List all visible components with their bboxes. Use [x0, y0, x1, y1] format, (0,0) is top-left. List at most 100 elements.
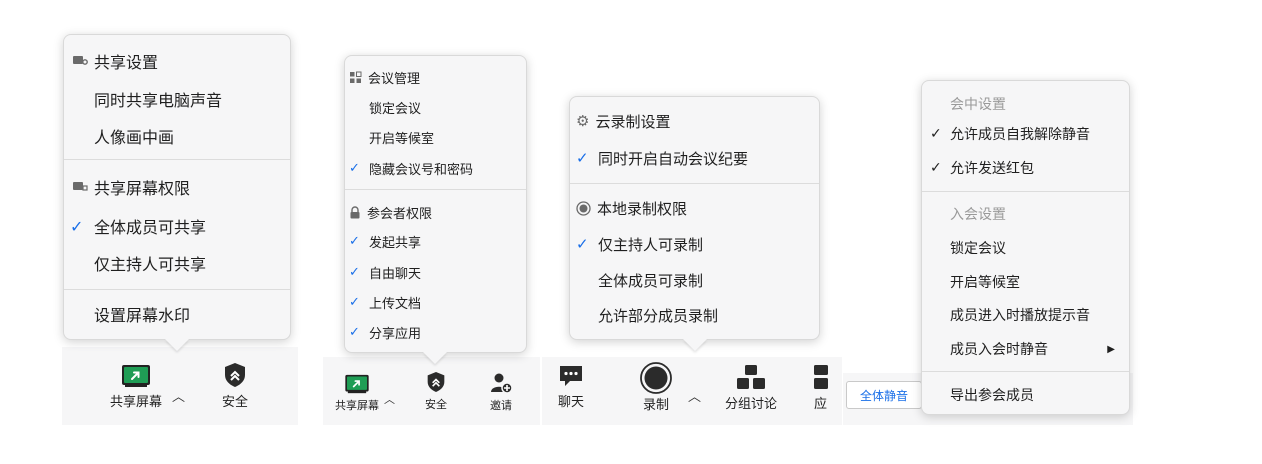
local-record-header: 本地录制权限: [576, 196, 819, 220]
menu-item-upload-docs[interactable]: ✓ 上传文档: [349, 291, 526, 313]
apps-button-partial[interactable]: 应: [810, 364, 828, 412]
check-icon: ✓: [349, 294, 360, 310]
shield-icon: [427, 372, 445, 392]
menu-item-share-apps[interactable]: ✓ 分享应用: [349, 321, 526, 343]
invite-button[interactable]: 邀请: [484, 372, 518, 413]
lock-meeting-label: 锁定会议: [950, 241, 1006, 257]
mute-all-label: 全体静音: [859, 388, 908, 403]
menu-item-lock-meeting-2[interactable]: 锁定会议: [950, 236, 1129, 260]
chevron-up-icon[interactable]: ︿: [384, 391, 395, 407]
allow-unmute-label: 允许成员自我解除静音: [950, 127, 1090, 143]
share-screen-icon: [122, 365, 150, 387]
chevron-up-icon[interactable]: ︿: [688, 386, 701, 405]
free-chat-label: 自由聊天: [369, 266, 422, 282]
record-button[interactable]: 录制: [636, 362, 676, 413]
lock-icon: [349, 205, 361, 219]
check-icon: ✓: [349, 233, 360, 249]
share-screen-button[interactable]: 共享屏幕: [104, 364, 168, 410]
cloud-record-label: 云录制设置: [595, 112, 671, 131]
share-apps-label: 分享应用: [369, 326, 422, 342]
menu-item-waiting-room-2[interactable]: 开启等候室: [950, 270, 1129, 294]
share-settings-header: 共享设置: [72, 49, 290, 73]
menu-item-free-chat[interactable]: ✓ 自由聊天: [349, 261, 526, 283]
host-settings-menu: 会中设置 ✓ 允许成员自我解除静音 ✓ 允许发送红包 入会设置 锁定会议 开启等…: [921, 80, 1130, 415]
divider: [922, 191, 1129, 192]
participant-perm-header: 参会者权限: [349, 201, 526, 223]
mute-all-button[interactable]: 全体静音: [846, 381, 922, 409]
menu-item-allow-red-packet[interactable]: ✓ 允许发送红包: [930, 156, 1129, 180]
breakout-button[interactable]: 分组讨论: [718, 364, 784, 412]
breakout-label: 分组讨论: [724, 397, 777, 412]
gear-icon: ⚙: [576, 112, 590, 130]
share-screen-button-2[interactable]: 共享屏幕: [330, 374, 384, 413]
meeting-mgmt-header: 会议管理: [349, 66, 526, 88]
chevron-up-icon[interactable]: ︿: [172, 386, 185, 405]
security-label: 安全: [221, 395, 248, 410]
record-dot-icon: [576, 200, 591, 216]
share-permission-label: 共享屏幕权限: [94, 179, 191, 198]
menu-item-join-tone[interactable]: 成员进入时播放提示音: [950, 303, 1129, 327]
menu-item-share-audio[interactable]: 同时共享电脑声音: [94, 86, 290, 112]
all-can-share-label: 全体成员可共享: [94, 218, 207, 237]
security-button[interactable]: 安全: [215, 362, 255, 410]
screen-settings-icon: [72, 54, 88, 68]
apps-label: 应: [814, 397, 828, 412]
waiting-room-label: 开启等候室: [369, 131, 435, 147]
menu-item-auto-minutes[interactable]: ✓ 同时开启自动会议纪要: [576, 145, 819, 171]
divider: [64, 159, 290, 160]
auto-minutes-label: 同时开启自动会议纪要: [598, 149, 749, 168]
security-label: 安全: [425, 398, 447, 411]
mute-on-join-label: 成员入会时静音: [950, 342, 1048, 358]
menu-item-watermark[interactable]: 设置屏幕水印: [94, 301, 290, 327]
check-icon: ✓: [349, 264, 360, 280]
add-user-icon: [491, 373, 513, 394]
share-settings-label: 共享设置: [94, 53, 159, 72]
menu-pointer: [683, 339, 707, 351]
share-screen-icon: [345, 374, 369, 394]
allow-red-packet-label: 允许发送红包: [950, 161, 1034, 177]
check-icon: ✓: [576, 149, 589, 167]
export-members-label: 导出参会成员: [950, 388, 1034, 404]
share-menu: 共享设置 同时共享电脑声音 人像画中画 共享屏幕权限 ✓ 全体成员可共享 仅主持…: [63, 34, 291, 340]
check-icon: ✓: [349, 160, 360, 176]
hide-id-pwd-label: 隐藏会议号和密码: [369, 162, 474, 178]
cloud-record-header: ⚙ 云录制设置: [576, 109, 819, 133]
record-menu: ⚙ 云录制设置 ✓ 同时开启自动会议纪要 本地录制权限 ✓ 仅主持人可录制 全体…: [569, 96, 820, 340]
menu-item-allow-unmute[interactable]: ✓ 允许成员自我解除静音: [930, 122, 1129, 146]
divider: [922, 371, 1129, 372]
chat-icon: [560, 366, 582, 386]
divider: [345, 189, 526, 190]
check-icon: ✓: [349, 324, 360, 340]
menu-item-mute-on-join[interactable]: 成员入会时静音 ▶: [950, 337, 1117, 361]
apps-icon: [814, 365, 828, 389]
in-meeting-label: 会中设置: [950, 97, 1006, 113]
menu-item-all-can-share[interactable]: ✓ 全体成员可共享: [70, 213, 290, 239]
share-audio-label: 同时共享电脑声音: [94, 91, 223, 110]
menu-item-export-members[interactable]: 导出参会成员: [950, 383, 1129, 407]
menu-item-pip[interactable]: 人像画中画: [94, 123, 290, 149]
join-settings-label: 入会设置: [950, 207, 1006, 223]
screen-lock-icon: [72, 180, 88, 194]
initiate-share-label: 发起共享: [369, 235, 422, 251]
lock-meeting-label: 锁定会议: [369, 101, 422, 117]
submenu-arrow-icon: ▶: [1107, 343, 1115, 355]
pip-label: 人像画中画: [94, 128, 175, 147]
menu-item-allow-some-record[interactable]: 允许部分成员录制: [598, 302, 819, 328]
breakout-rooms-icon: [737, 365, 765, 389]
menu-item-initiate-share[interactable]: ✓ 发起共享: [349, 230, 526, 252]
share-permission-header: 共享屏幕权限: [72, 175, 290, 199]
menu-item-host-only-share[interactable]: 仅主持人可共享: [94, 250, 290, 276]
menu-item-waiting-room[interactable]: 开启等候室: [369, 126, 526, 148]
menu-item-all-can-record[interactable]: 全体成员可录制: [598, 267, 819, 293]
allow-some-record-label: 允许部分成员录制: [598, 306, 719, 325]
chat-button[interactable]: 聊天: [554, 364, 588, 410]
in-meeting-header: 会中设置: [950, 93, 1129, 115]
menu-item-lock-meeting[interactable]: 锁定会议: [369, 96, 526, 118]
waiting-room-label: 开启等候室: [950, 275, 1020, 291]
security-button-2[interactable]: 安全: [420, 371, 452, 412]
watermark-label: 设置屏幕水印: [94, 306, 191, 325]
menu-item-hide-id-pwd[interactable]: ✓ 隐藏会议号和密码: [349, 157, 526, 179]
join-settings-header: 入会设置: [950, 203, 1129, 225]
menu-item-host-only-record[interactable]: ✓ 仅主持人可录制: [576, 231, 819, 257]
record-icon: [640, 362, 672, 394]
